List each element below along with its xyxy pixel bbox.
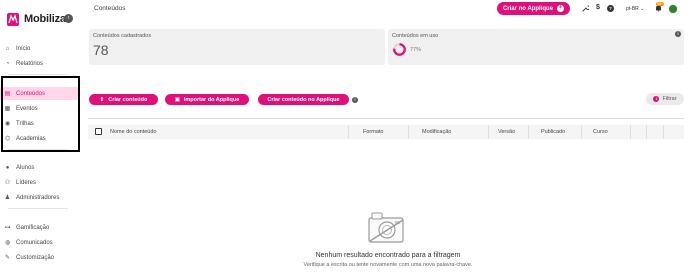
gamepad-icon: ⊶ — [4, 225, 11, 231]
sidebar-item-label: Alunos — [16, 164, 35, 171]
import-applique-button[interactable]: ▣ Importar do Applique — [165, 94, 249, 105]
sidebar-item-gamificacao[interactable]: ⊶ Gamificação — [0, 221, 78, 234]
column-header-published[interactable]: Publicado — [541, 129, 565, 135]
create-content-applique-label: Criar conteúdo no Applique — [267, 96, 340, 103]
highlight-box — [1, 76, 80, 152]
language-select[interactable]: pt-BR ⌄ — [626, 6, 644, 12]
sidebar-item-comunicados[interactable]: ◍ Comunicados — [0, 236, 78, 249]
sidebar: Mobiliza ‹ ⌂ Início ◔ Relatórios ▤ Conteúdos ▦… — [0, 0, 81, 280]
column-header-name[interactable]: Nome do conteúdo — [110, 129, 156, 135]
registered-contents-label: Conteúdos cadastrados — [93, 33, 152, 39]
bell-icon[interactable] — [655, 5, 662, 14]
sidebar-item-relatorios[interactable]: ◔ Relatórios — [0, 57, 78, 70]
column-header-version[interactable]: Versão — [498, 129, 515, 135]
users-icon: ⚇ — [4, 180, 11, 186]
registered-contents-value: 78 — [93, 42, 109, 58]
filter-button[interactable]: 1 Filtrar — [646, 93, 684, 105]
user-avatar[interactable] — [668, 4, 678, 14]
app-logo[interactable]: Mobiliza — [7, 11, 66, 27]
sidebar-item-label: Comunicados — [16, 239, 53, 246]
language-value: pt-BR — [626, 6, 639, 12]
sidebar-item-label: Relatórios — [16, 60, 44, 67]
sidebar-item-label: Administradores — [16, 194, 60, 201]
usage-percent: 77% — [410, 47, 422, 53]
sidebar-item-administradores[interactable]: ♟ Administradores — [0, 191, 78, 204]
column-divider — [581, 125, 582, 139]
notification-badge: 99+ — [656, 2, 664, 6]
table-divider — [88, 118, 684, 119]
logo-mark-icon — [7, 13, 19, 26]
plus-circle-icon: + — [557, 5, 565, 12]
sidebar-item-inicio[interactable]: ⌂ Início — [0, 42, 78, 55]
usage-donut — [393, 43, 406, 56]
column-divider — [408, 125, 409, 139]
user-icon: ● — [5, 164, 10, 171]
create-in-applique-label: Criar no Applique — [502, 5, 554, 12]
sidebar-divider — [8, 74, 68, 75]
dollar-icon[interactable]: $ — [596, 4, 600, 11]
home-icon: ⌂ — [5, 45, 10, 52]
create-content-button[interactable]: ⬆ Criar conteúdo — [89, 94, 158, 105]
breadcrumb: Conteúdos — [94, 5, 126, 12]
column-divider — [528, 125, 529, 139]
contents-in-use-card: Conteúdos em uso i — [388, 29, 684, 65]
sidebar-item-label: Gamificação — [16, 224, 50, 231]
sidebar-item-label: Líderes — [16, 179, 37, 186]
registered-contents-card: Conteúdos cadastrados 78 — [89, 29, 385, 65]
import-applique-label: Importar do Applique — [183, 96, 240, 103]
import-icon: ▣ — [174, 96, 180, 103]
help-icon[interactable]: ? — [607, 5, 614, 12]
empty-state-title: Nenhum resultado encontrado para a filtr… — [315, 252, 461, 259]
info-icon[interactable]: i — [675, 31, 681, 37]
filter-label: Filtrar — [662, 96, 677, 102]
admin-icon: ♟ — [4, 195, 11, 201]
select-all-checkbox[interactable] — [95, 128, 102, 135]
column-divider — [663, 125, 664, 139]
empty-camera-icon — [368, 212, 404, 243]
sidebar-item-label: Início — [16, 45, 31, 52]
create-content-applique-button[interactable]: Criar conteúdo no Applique — [258, 94, 349, 105]
upload-icon: ⬆ — [99, 96, 105, 103]
chart-pie-icon: ◔ — [5, 60, 10, 67]
contents-in-use-label: Conteúdos em uso — [392, 33, 439, 39]
create-content-label: Criar conteúdo — [108, 96, 148, 103]
column-header-format[interactable]: Formato — [363, 129, 383, 135]
column-divider — [646, 125, 647, 139]
empty-state-subtitle: Verifique a escrita ou tente novamente c… — [303, 262, 473, 268]
sidebar-item-alunos[interactable]: ● Alunos — [0, 161, 78, 174]
chevron-left-icon[interactable]: ‹ — [64, 14, 73, 23]
table-header: Nome do conteúdo Formato Modificação Ver… — [88, 125, 684, 139]
column-divider — [488, 125, 489, 139]
wrench-icon[interactable] — [582, 5, 591, 14]
sidebar-divider — [8, 208, 68, 209]
sidebar-item-lideres[interactable]: ⚇ Líderes — [0, 176, 78, 189]
column-header-course[interactable]: Curso — [593, 129, 608, 135]
column-divider — [348, 125, 349, 139]
info-icon[interactable]: i — [352, 97, 358, 103]
column-header-modified[interactable]: Modificação — [422, 129, 451, 135]
chat-icon: ◍ — [4, 240, 11, 246]
filter-count-badge: 1 — [653, 96, 660, 102]
column-divider — [630, 125, 631, 139]
create-in-applique-button[interactable]: Criar no Applique + — [497, 2, 570, 15]
